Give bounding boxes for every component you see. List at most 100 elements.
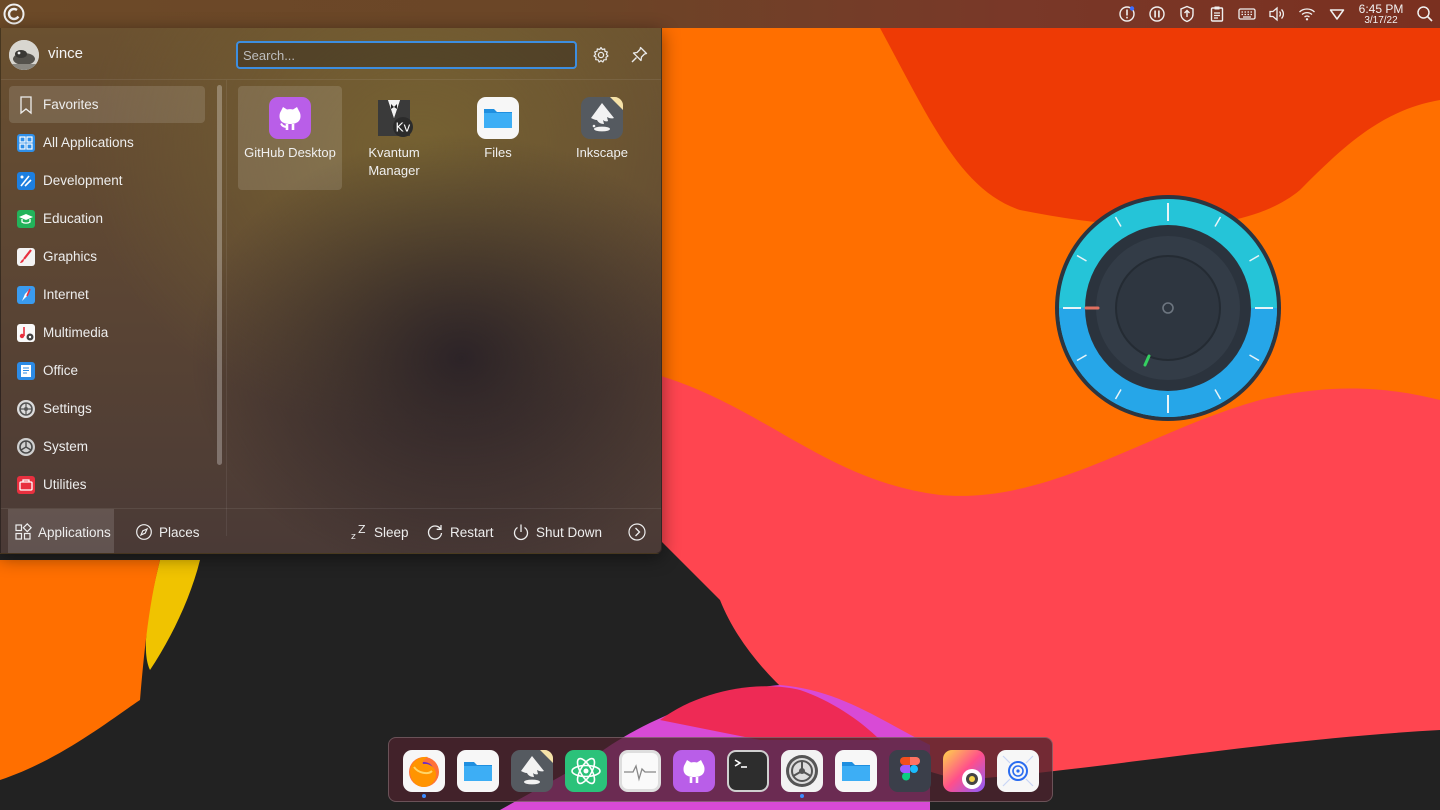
running-indicator: [422, 794, 426, 798]
internet-icon: [15, 284, 37, 306]
running-indicator: [800, 794, 804, 798]
dock-figma[interactable]: [888, 749, 932, 793]
files-icon: [457, 750, 499, 792]
app-kvantum-manager[interactable]: Kv Kvantum Manager: [342, 86, 446, 190]
category-label: Graphics: [43, 249, 98, 264]
category-all-applications[interactable]: All Applications: [9, 124, 205, 161]
app-files[interactable]: Files: [446, 86, 550, 190]
dock-github-desktop[interactable]: [672, 749, 716, 793]
notification-alert-icon[interactable]: [1112, 0, 1142, 28]
volume-icon[interactable]: [1262, 0, 1292, 28]
gear-icon: [593, 46, 609, 63]
category-development[interactable]: Development: [9, 162, 205, 199]
dock-inkscape[interactable]: [510, 749, 554, 793]
dock-atom[interactable]: [564, 749, 608, 793]
power-icon: [513, 524, 529, 541]
dock-firefox[interactable]: [402, 749, 446, 793]
category-favorites[interactable]: Favorites: [9, 86, 205, 123]
pin-icon: [631, 46, 648, 63]
application-launcher-button[interactable]: [0, 0, 28, 28]
category-education[interactable]: Education: [9, 200, 205, 237]
graphics-icon: [15, 246, 37, 268]
dock-network-browser[interactable]: [996, 749, 1040, 793]
category-office[interactable]: Office: [9, 352, 205, 389]
updates-shield-icon[interactable]: [1172, 0, 1202, 28]
clipboard-icon[interactable]: [1202, 0, 1232, 28]
office-icon: [15, 360, 37, 382]
applications-grid-icon: [15, 523, 32, 540]
dock-files-2[interactable]: [834, 749, 878, 793]
category-internet[interactable]: Internet: [9, 276, 205, 313]
sleep-button[interactable]: zZ Sleep: [350, 509, 409, 553]
launcher-header: vince: [1, 28, 661, 80]
app-name: GitHub Desktop: [244, 145, 336, 160]
settings-icon: [15, 398, 37, 420]
category-multimedia[interactable]: Multimedia: [9, 314, 205, 351]
pin-button[interactable]: [626, 42, 652, 68]
tab-applications[interactable]: Applications: [8, 509, 114, 553]
compass-icon: [136, 524, 152, 540]
dock-color-picker[interactable]: [942, 749, 986, 793]
kvantum-badge: Kv: [396, 121, 411, 135]
dock-system-settings[interactable]: [780, 749, 824, 793]
category-scrollbar[interactable]: [217, 85, 222, 465]
application-launcher-menu: vince Favorites All Applications Develop…: [0, 28, 662, 554]
avatar[interactable]: [9, 40, 39, 70]
digital-clock[interactable]: 6:45 PM 3/17/22: [1352, 0, 1410, 28]
multimedia-icon: [15, 322, 37, 344]
github-desktop-icon: [673, 750, 715, 792]
github-desktop-icon: [268, 96, 312, 140]
system-monitor-icon: [619, 750, 661, 792]
media-pause-icon[interactable]: [1142, 0, 1172, 28]
configure-button[interactable]: [588, 42, 614, 68]
restart-button[interactable]: Restart: [426, 509, 494, 553]
dial-clock-widget[interactable]: [1054, 194, 1282, 422]
favorites-grid: GitHub Desktop Kv Kvantum Manager Files …: [237, 86, 657, 526]
search-icon[interactable]: [1410, 0, 1440, 28]
sleep-icon: zZ: [351, 523, 366, 541]
inkscape-icon: [580, 96, 624, 140]
more-power-options-button[interactable]: [628, 509, 652, 553]
tab-applications-label: Applications: [38, 524, 111, 540]
system-settings-icon: [781, 750, 823, 792]
app-inkscape[interactable]: Inkscape: [550, 86, 654, 190]
app-github-desktop[interactable]: GitHub Desktop: [238, 86, 342, 190]
category-sidebar: Favorites All Applications Development E…: [1, 80, 227, 536]
dock-system-monitor[interactable]: [618, 749, 662, 793]
color-picker-icon: [943, 750, 985, 792]
firefox-icon: [403, 750, 445, 792]
network-browser-icon: [997, 750, 1039, 792]
inkscape-icon: [511, 750, 553, 792]
figma-icon: [889, 750, 931, 792]
system-tray: 6:45 PM 3/17/22: [1112, 0, 1440, 28]
category-label: Favorites: [43, 97, 99, 112]
bookmark-icon: [15, 94, 37, 116]
svg-text:z: z: [351, 532, 356, 541]
terminal-icon: [727, 750, 769, 792]
app-name: Kvantum Manager: [368, 145, 420, 178]
wifi-icon[interactable]: [1292, 0, 1322, 28]
utilities-icon: [15, 474, 37, 496]
kde-application-launcher-icon: [3, 3, 25, 25]
category-system[interactable]: System: [9, 428, 205, 465]
kvantum-manager-icon: Kv: [372, 96, 416, 140]
network-vpn-icon[interactable]: [1322, 0, 1352, 28]
category-label: Utilities: [43, 477, 87, 492]
launcher-footer: Applications Places zZ Sleep Restart Shu…: [1, 508, 661, 553]
category-graphics[interactable]: Graphics: [9, 238, 205, 275]
svg-text:Z: Z: [358, 523, 366, 536]
system-icon: [15, 436, 37, 458]
category-utilities[interactable]: Utilities: [9, 466, 205, 503]
category-label: Education: [43, 211, 104, 226]
tab-places[interactable]: Places: [135, 509, 200, 553]
keyboard-layout-icon[interactable]: [1232, 0, 1262, 28]
category-label: All Applications: [43, 135, 134, 150]
clock-time: 6:45 PM: [1358, 1, 1404, 16]
shutdown-label: Shut Down: [536, 524, 603, 540]
dock: [388, 737, 1053, 802]
dock-terminal[interactable]: [726, 749, 770, 793]
category-settings[interactable]: Settings: [9, 390, 205, 427]
dock-files[interactable]: [456, 749, 500, 793]
shutdown-button[interactable]: Shut Down: [512, 509, 603, 553]
search-input[interactable]: [236, 41, 577, 69]
